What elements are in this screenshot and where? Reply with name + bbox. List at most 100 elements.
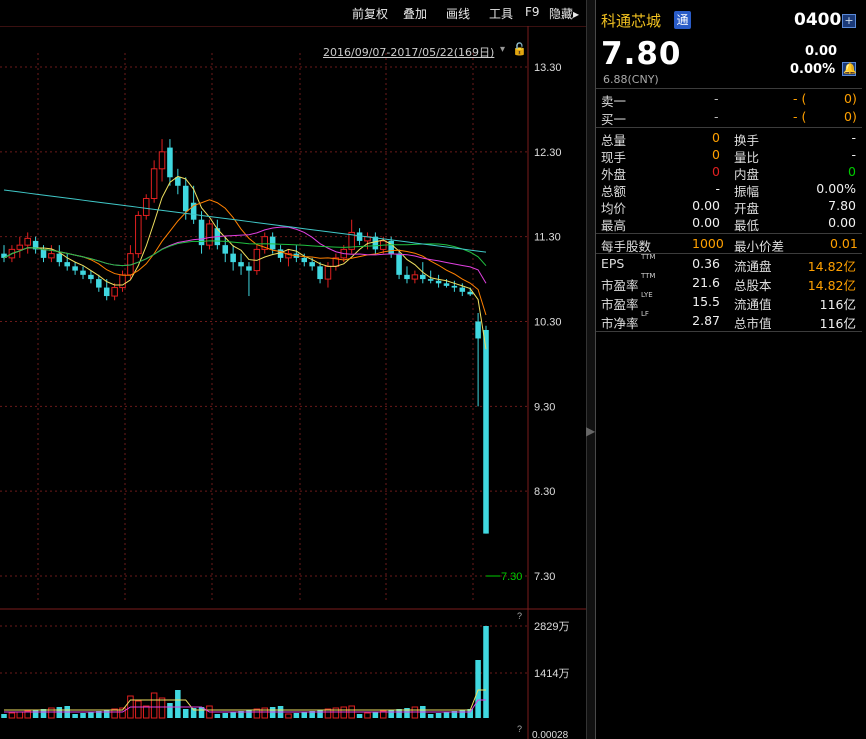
candle-body — [40, 249, 47, 258]
connect-badge[interactable]: 通 — [674, 11, 691, 29]
price-tick-label: 11.30 — [534, 232, 561, 244]
fund-value: 2.87 — [692, 313, 720, 328]
date-range-label[interactable]: 2016/09/07-2017/05/22(169日) — [323, 44, 494, 60]
candle-body — [309, 262, 315, 267]
volume-bar — [246, 710, 252, 718]
lot-row: 每手股数 1000 最小价差 0.01 — [596, 236, 862, 254]
candle-body — [167, 147, 173, 178]
stat-value-2: 7.80 — [828, 198, 856, 213]
add-watchlist-icon[interactable]: + — [842, 14, 856, 28]
candle-body — [404, 274, 410, 280]
candle-body — [135, 214, 142, 255]
volume-bar — [230, 712, 236, 718]
candle-body — [24, 237, 31, 246]
stat-value: 0.00 — [692, 215, 720, 230]
candle-body — [427, 279, 434, 281]
overlay-button[interactable]: 叠加 — [403, 5, 427, 22]
volume-bar — [150, 692, 158, 719]
candle-body — [56, 253, 63, 263]
candle-body — [119, 274, 126, 289]
price-tick-label: 7.30 — [534, 571, 555, 583]
stat-row: 总额 - 振幅 0.00% — [596, 181, 862, 199]
volume-tick-label: 1414万 — [534, 668, 569, 680]
volume-bar — [459, 710, 466, 718]
help-icon[interactable]: ? — [517, 724, 522, 734]
min-price-label: 7.30 — [501, 571, 522, 583]
volume-bar — [8, 712, 16, 719]
stat-value-2: - — [851, 147, 856, 162]
fund-label-sup: LF — [641, 310, 649, 318]
ask-price: - — [714, 91, 719, 106]
help-icon[interactable]: ? — [517, 611, 522, 621]
volume-tick-label: 0.00028 — [532, 730, 569, 739]
volume-bar — [475, 660, 481, 718]
kline-chart[interactable]: 13.30 12.30 11.30 10.30 9.30 8.30 7.30 7.30 2829… — [0, 26, 586, 739]
stock-name: 科通芯城 — [601, 12, 662, 30]
bid-price: - — [714, 109, 719, 124]
fund-label-sup: TTM — [641, 272, 656, 280]
candle-body — [459, 287, 466, 292]
adjust-forward-button[interactable]: 前复权 — [352, 5, 388, 22]
hide-button[interactable]: 隐藏▸ — [549, 5, 579, 22]
chart-toolbar: 前复权 叠加 画线 工具 F9 隐藏▸ — [0, 0, 586, 27]
fund-label-2: 总股本 — [734, 278, 772, 293]
quote-panel: 科通芯城 通 0400 + 7.80 6.88(CNY) 0.00 0.00% … — [595, 0, 866, 739]
volume-bar — [435, 713, 442, 718]
candle-body — [206, 223, 213, 246]
fundamental-row: 市盈率 TTM 21.6 总股本 14.82亿 — [596, 272, 862, 293]
candle-body — [16, 244, 24, 250]
tools-button[interactable]: 工具 — [489, 5, 513, 22]
volume-bar — [301, 712, 308, 718]
price-tick-label: 10.30 — [534, 317, 562, 329]
stat-label-2: 最低 — [734, 218, 760, 233]
price-tick-label: 9.30 — [534, 401, 555, 413]
stat-label: 最高 — [601, 218, 627, 233]
candle-body — [483, 329, 489, 534]
draw-line-button[interactable]: 画线 — [446, 5, 470, 22]
fund-value-2: 14.82亿 — [807, 259, 856, 274]
candle-body — [88, 274, 94, 280]
candle-body — [317, 266, 323, 280]
collapse-arrow-icon[interactable]: ▶ — [586, 424, 595, 448]
candle-body — [222, 245, 229, 254]
candle-body — [324, 265, 332, 280]
ma10-line — [3, 199, 487, 316]
ask-label: 卖一 — [601, 94, 627, 109]
fund-label-2: 总市值 — [734, 316, 772, 331]
alert-bell-icon[interactable]: 🔔 — [842, 62, 857, 76]
candle-body — [467, 291, 473, 295]
volume-bar — [427, 714, 434, 718]
f9-button[interactable]: F9 — [525, 5, 540, 19]
fund-label: 市净率 — [601, 316, 639, 331]
candle-body — [64, 262, 70, 267]
stat-value: 0.00 — [692, 198, 720, 213]
lock-icon[interactable]: 🔓 — [512, 42, 527, 56]
ask-volume-close: 0) — [844, 91, 857, 106]
stat-value-2: 0.00% — [816, 181, 856, 196]
stat-value-2: - — [851, 130, 856, 145]
fund-label-sup: TTM — [641, 253, 656, 261]
candle-body — [48, 253, 55, 259]
candle-body — [269, 236, 276, 250]
ma5-line — [3, 175, 487, 350]
volume-bar — [356, 714, 363, 718]
volume-bar — [88, 712, 94, 718]
volume-bar — [388, 710, 394, 718]
volume-bar — [72, 714, 78, 718]
range-dropdown-icon[interactable]: ▾ — [500, 44, 505, 55]
candle-body — [246, 266, 252, 271]
volume-bar — [103, 710, 110, 718]
stat-value: 0 — [712, 147, 720, 162]
candle-body — [142, 197, 150, 216]
min-tick-value: 0.01 — [830, 236, 858, 251]
volume-bar — [293, 713, 300, 718]
price-change: 0.00 — [805, 44, 838, 59]
price-tick-label: 8.30 — [534, 486, 555, 498]
candle-body — [150, 168, 158, 199]
volume-tick-label: 2829万 — [534, 621, 569, 633]
volume-bar — [135, 700, 142, 719]
volume-bar — [317, 710, 323, 718]
volume-bar — [443, 712, 450, 718]
fund-value: 15.5 — [692, 294, 720, 309]
stat-row: 均价 0.00 开盘 7.80 — [596, 198, 862, 216]
